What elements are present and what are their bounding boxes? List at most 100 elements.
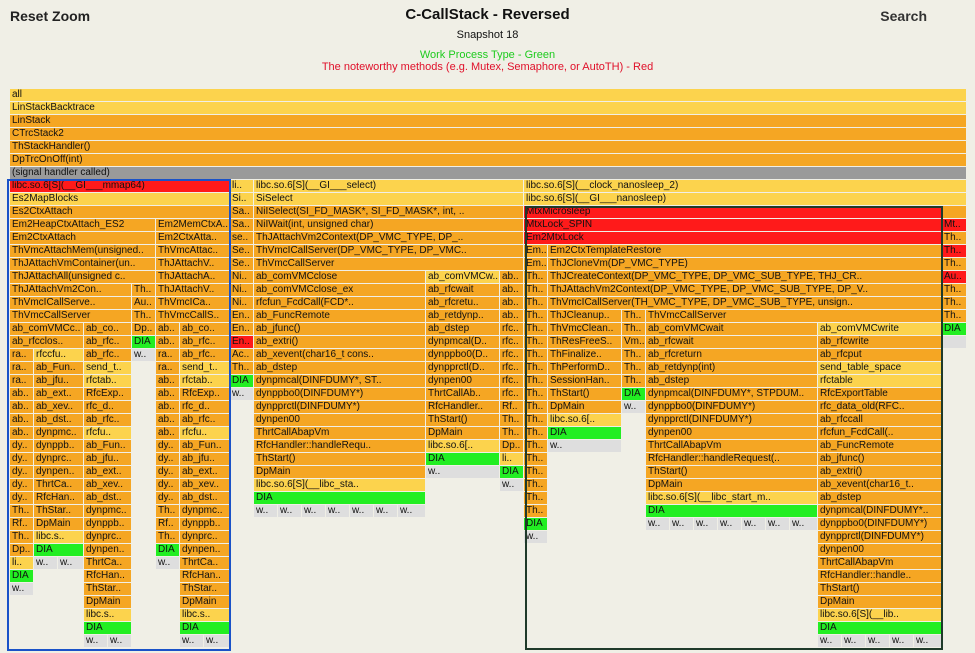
flame-frame[interactable]: Th.. — [524, 284, 548, 296]
flame-frame[interactable]: DpMain — [84, 596, 132, 608]
flame-frame[interactable]: ab_jfu.. — [84, 453, 132, 465]
flame-frame[interactable]: w.. — [398, 505, 426, 517]
flame-frame[interactable]: Th.. — [524, 401, 548, 413]
flame-frame[interactable]: ab_comVMCwrite — [818, 323, 942, 335]
flame-frame[interactable]: ab.. — [500, 271, 524, 283]
flame-frame[interactable]: Se.. — [230, 245, 254, 257]
flame-frame[interactable]: dynppbo0(DINFDUMY*) — [254, 388, 426, 400]
flame-frame[interactable]: dy.. — [10, 453, 34, 465]
flame-frame[interactable]: w.. — [374, 505, 398, 517]
flame-frame[interactable]: ab_rfcreturn — [646, 349, 818, 361]
flame-frame[interactable]: DpMain — [646, 479, 818, 491]
flame-frame[interactable]: rfcfu.. — [180, 427, 230, 439]
flame-frame[interactable]: ab_jfu.. — [180, 453, 230, 465]
flame-frame[interactable]: Th.. — [524, 440, 548, 452]
flame-frame[interactable]: ThJAttachVmContainer(un.. — [10, 258, 156, 270]
flame-frame[interactable]: ab.. — [10, 401, 34, 413]
flame-frame[interactable]: w.. — [426, 466, 500, 478]
flame-frame[interactable]: ra.. — [10, 375, 34, 387]
flame-frame[interactable]: ab_co.. — [84, 323, 132, 335]
flame-frame[interactable]: ab_comVMCwait — [646, 323, 818, 335]
flame-frame[interactable]: Th.. — [156, 531, 180, 543]
flame-frame[interactable]: Th.. — [524, 414, 548, 426]
flame-frame[interactable]: ab_xevent(char16_t cons.. — [254, 349, 426, 361]
flame-frame[interactable]: LinStackBacktrace — [10, 102, 967, 114]
flame-frame[interactable]: Th.. — [524, 297, 548, 309]
flame-frame[interactable]: ThVmcCallS.. — [156, 310, 230, 322]
flame-frame[interactable]: ab_jfunc() — [254, 323, 426, 335]
flame-frame[interactable]: w.. — [156, 557, 180, 569]
flame-frame[interactable]: dynpmc.. — [34, 427, 84, 439]
flame-frame[interactable]: Es2MapBlocks — [10, 193, 230, 205]
flame-frame[interactable]: ab_FuncRemote — [254, 310, 426, 322]
flame-frame[interactable]: w.. — [718, 518, 742, 530]
flame-frame[interactable]: DIA — [622, 388, 646, 400]
flame-frame[interactable]: dynpmc.. — [180, 505, 230, 517]
flame-frame[interactable]: ab.. — [10, 388, 34, 400]
flame-frame[interactable]: ThStackHandler() — [10, 141, 967, 153]
flame-frame[interactable]: ThJAttachAll(unsigned c.. — [10, 271, 156, 283]
flame-frame[interactable]: Th.. — [942, 245, 967, 257]
flame-frame[interactable]: ab_rfc.. — [84, 349, 132, 361]
flame-frame[interactable]: rfcfu.. — [84, 427, 132, 439]
flame-frame[interactable]: Em.. — [524, 258, 548, 270]
flame-frame[interactable]: send_table_space — [818, 362, 942, 374]
flame-frame[interactable]: ab_dst.. — [180, 492, 230, 504]
flame-frame[interactable]: ab.. — [500, 284, 524, 296]
flame-frame[interactable]: ab_comVMCw.. — [426, 271, 500, 283]
flame-frame[interactable]: ab_xev.. — [84, 479, 132, 491]
flame-frame[interactable]: dy.. — [10, 492, 34, 504]
flame-frame[interactable]: ThrtCallAbapVm — [818, 557, 942, 569]
flame-frame[interactable]: ab_dstep — [426, 323, 500, 335]
flame-frame[interactable]: libc.so.6[S](__GI___select) — [254, 180, 524, 192]
flame-frame[interactable]: ab_retdynp(int) — [646, 362, 818, 374]
flame-frame[interactable]: ab.. — [500, 310, 524, 322]
flame-frame[interactable]: ThVmcCallServer — [646, 310, 942, 322]
flame-frame[interactable]: (signal handler called) — [10, 167, 967, 179]
flame-frame[interactable]: Em2CtxTemplateRestore — [548, 245, 942, 257]
flame-frame[interactable]: w.. — [34, 557, 58, 569]
flame-frame[interactable]: dynpmcal(DINFDUMY*, STPDUM.. — [646, 388, 818, 400]
flame-frame[interactable]: ThJAttachVm2Context(DP_VMC_TYPE, DP_VMC_… — [548, 284, 942, 296]
flame-frame[interactable]: NiIWait(int, unsigned char) — [254, 219, 524, 231]
flame-frame[interactable]: ab_rfccall — [818, 414, 942, 426]
flame-frame[interactable]: Th.. — [230, 362, 254, 374]
flame-frame[interactable]: ab_ext.. — [34, 388, 84, 400]
flame-frame[interactable]: Th.. — [10, 505, 34, 517]
flame-frame[interactable]: send_t.. — [180, 362, 230, 374]
flame-frame[interactable]: ThVmcAttachMem(unsigned.. — [10, 245, 156, 257]
flame-frame[interactable]: DpMain — [548, 401, 622, 413]
flame-frame[interactable]: rfc_d.. — [180, 401, 230, 413]
flame-frame[interactable]: ab_co.. — [180, 323, 230, 335]
flame-frame[interactable]: ab_rfcput — [818, 349, 942, 361]
flame-frame[interactable]: ThJCreateContext(DP_VMC_TYPE, DP_VMC_SUB… — [548, 271, 942, 283]
flame-frame[interactable]: DIA — [10, 570, 34, 582]
flame-frame[interactable]: Th.. — [524, 362, 548, 374]
flame-frame[interactable]: ab.. — [156, 388, 180, 400]
flame-frame[interactable]: Rf.. — [500, 401, 524, 413]
flame-frame[interactable]: ab_rfcwait — [426, 284, 500, 296]
flame-frame[interactable]: rfctab.. — [84, 375, 132, 387]
flame-frame[interactable]: libc.so.6[S](__lib.. — [818, 609, 942, 621]
flame-frame[interactable]: Th.. — [622, 349, 646, 361]
flame-frame[interactable]: ab_ext.. — [180, 466, 230, 478]
flame-frame[interactable]: dynpmc.. — [84, 505, 132, 517]
flame-frame[interactable]: Th.. — [942, 232, 967, 244]
flame-frame[interactable]: ThStart() — [646, 466, 818, 478]
flame-frame[interactable]: ab_dstep — [254, 362, 426, 374]
flame-frame[interactable]: Th.. — [942, 310, 967, 322]
flame-frame[interactable]: ab.. — [10, 427, 34, 439]
flame-frame[interactable]: w.. — [204, 635, 230, 647]
flame-frame[interactable]: w.. — [326, 505, 350, 517]
flame-frame[interactable]: rfc.. — [500, 388, 524, 400]
flame-frame[interactable]: Th.. — [942, 258, 967, 270]
flame-frame[interactable]: RfcHandler.. — [426, 401, 500, 413]
flame-frame[interactable]: En.. — [230, 310, 254, 322]
flame-frame[interactable]: Rf.. — [156, 518, 180, 530]
flame-frame[interactable]: w.. — [646, 518, 670, 530]
flame-frame[interactable]: dynppb.. — [180, 518, 230, 530]
flame-frame[interactable]: dy.. — [156, 479, 180, 491]
flame-frame[interactable]: w.. — [302, 505, 326, 517]
flame-frame[interactable]: dy.. — [10, 440, 34, 452]
flame-frame[interactable]: libc.s.. — [34, 531, 84, 543]
